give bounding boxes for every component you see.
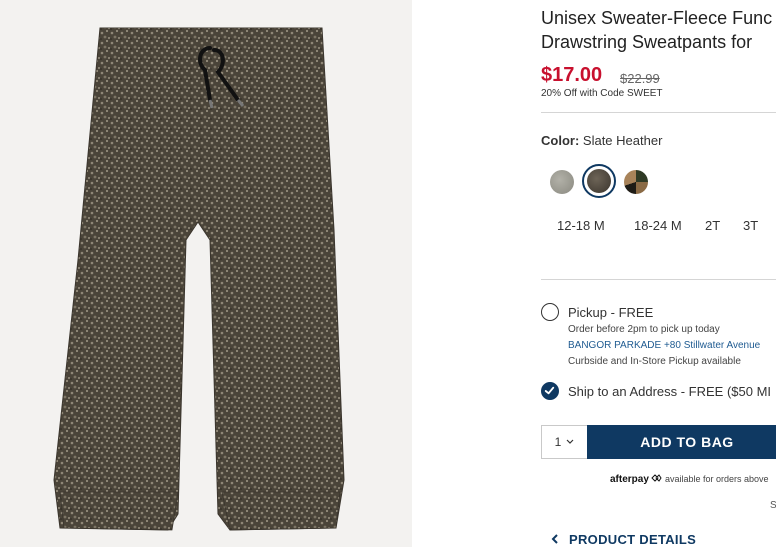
swatch-light-heather-icon [550, 170, 574, 194]
color-label-row: Color: Slate Heather [541, 133, 662, 148]
product-title-line-1: Unisex Sweater-Fleece Func [541, 8, 773, 28]
promo-text: 20% Off with Code SWEET [541, 88, 663, 99]
product-details-toggle[interactable]: PRODUCT DETAILS [551, 532, 696, 547]
chevron-left-icon [551, 534, 558, 544]
afterpay-arrows-icon [651, 474, 663, 482]
color-label: Color: [541, 133, 580, 148]
product-title-line-2: Drawstring Sweatpants for [541, 32, 753, 52]
divider [541, 112, 776, 113]
size-12-18m[interactable]: 12-18 M [557, 218, 605, 233]
afterpay-note: afterpay available for orders above [610, 474, 769, 485]
size-3t[interactable]: 3T [743, 218, 758, 233]
size-18-24m[interactable]: 18-24 M [634, 218, 682, 233]
swatch-light-heather[interactable] [545, 165, 579, 199]
divider [541, 279, 776, 280]
add-to-bag-button[interactable]: ADD TO BAG [587, 425, 776, 459]
color-selected-name: Slate Heather [582, 133, 663, 148]
ship-label: Ship to an Address - FREE ($50 MI [568, 384, 772, 399]
product-details-label: PRODUCT DETAILS [569, 532, 697, 547]
quantity-value: 1 [554, 435, 562, 449]
pickup-availability-text: Curbside and In-Store Pickup available [568, 356, 741, 367]
stray-text: S [770, 500, 776, 511]
swatch-slate-heather-icon [587, 169, 611, 193]
original-price: $22.99 [620, 71, 660, 86]
chevron-down-icon [566, 439, 574, 444]
sale-price: $17.00 [541, 64, 603, 86]
sweatpants-illustration [53, 27, 345, 531]
pickup-store-link[interactable]: BANGOR PARKADE +80 Stillwater Avenue [568, 340, 760, 351]
product-title: Unisex Sweater-Fleece Func Drawstring Sw… [541, 6, 776, 54]
swatch-camo-icon [624, 170, 648, 194]
pickup-title: Pickup - FREE [568, 305, 654, 320]
check-icon [544, 386, 555, 395]
swatch-slate-heather[interactable] [582, 164, 616, 198]
pickup-radio[interactable] [541, 303, 559, 321]
ship-radio[interactable] [541, 382, 559, 400]
product-image[interactable] [0, 0, 412, 547]
swatch-camo[interactable] [619, 165, 653, 199]
quantity-select[interactable]: 1 [541, 425, 587, 459]
size-2t[interactable]: 2T [705, 218, 720, 233]
afterpay-text: available for orders above [664, 474, 769, 484]
pickup-cutoff-text: Order before 2pm to pick up today [568, 324, 720, 335]
afterpay-logo: afterpay [610, 474, 649, 485]
